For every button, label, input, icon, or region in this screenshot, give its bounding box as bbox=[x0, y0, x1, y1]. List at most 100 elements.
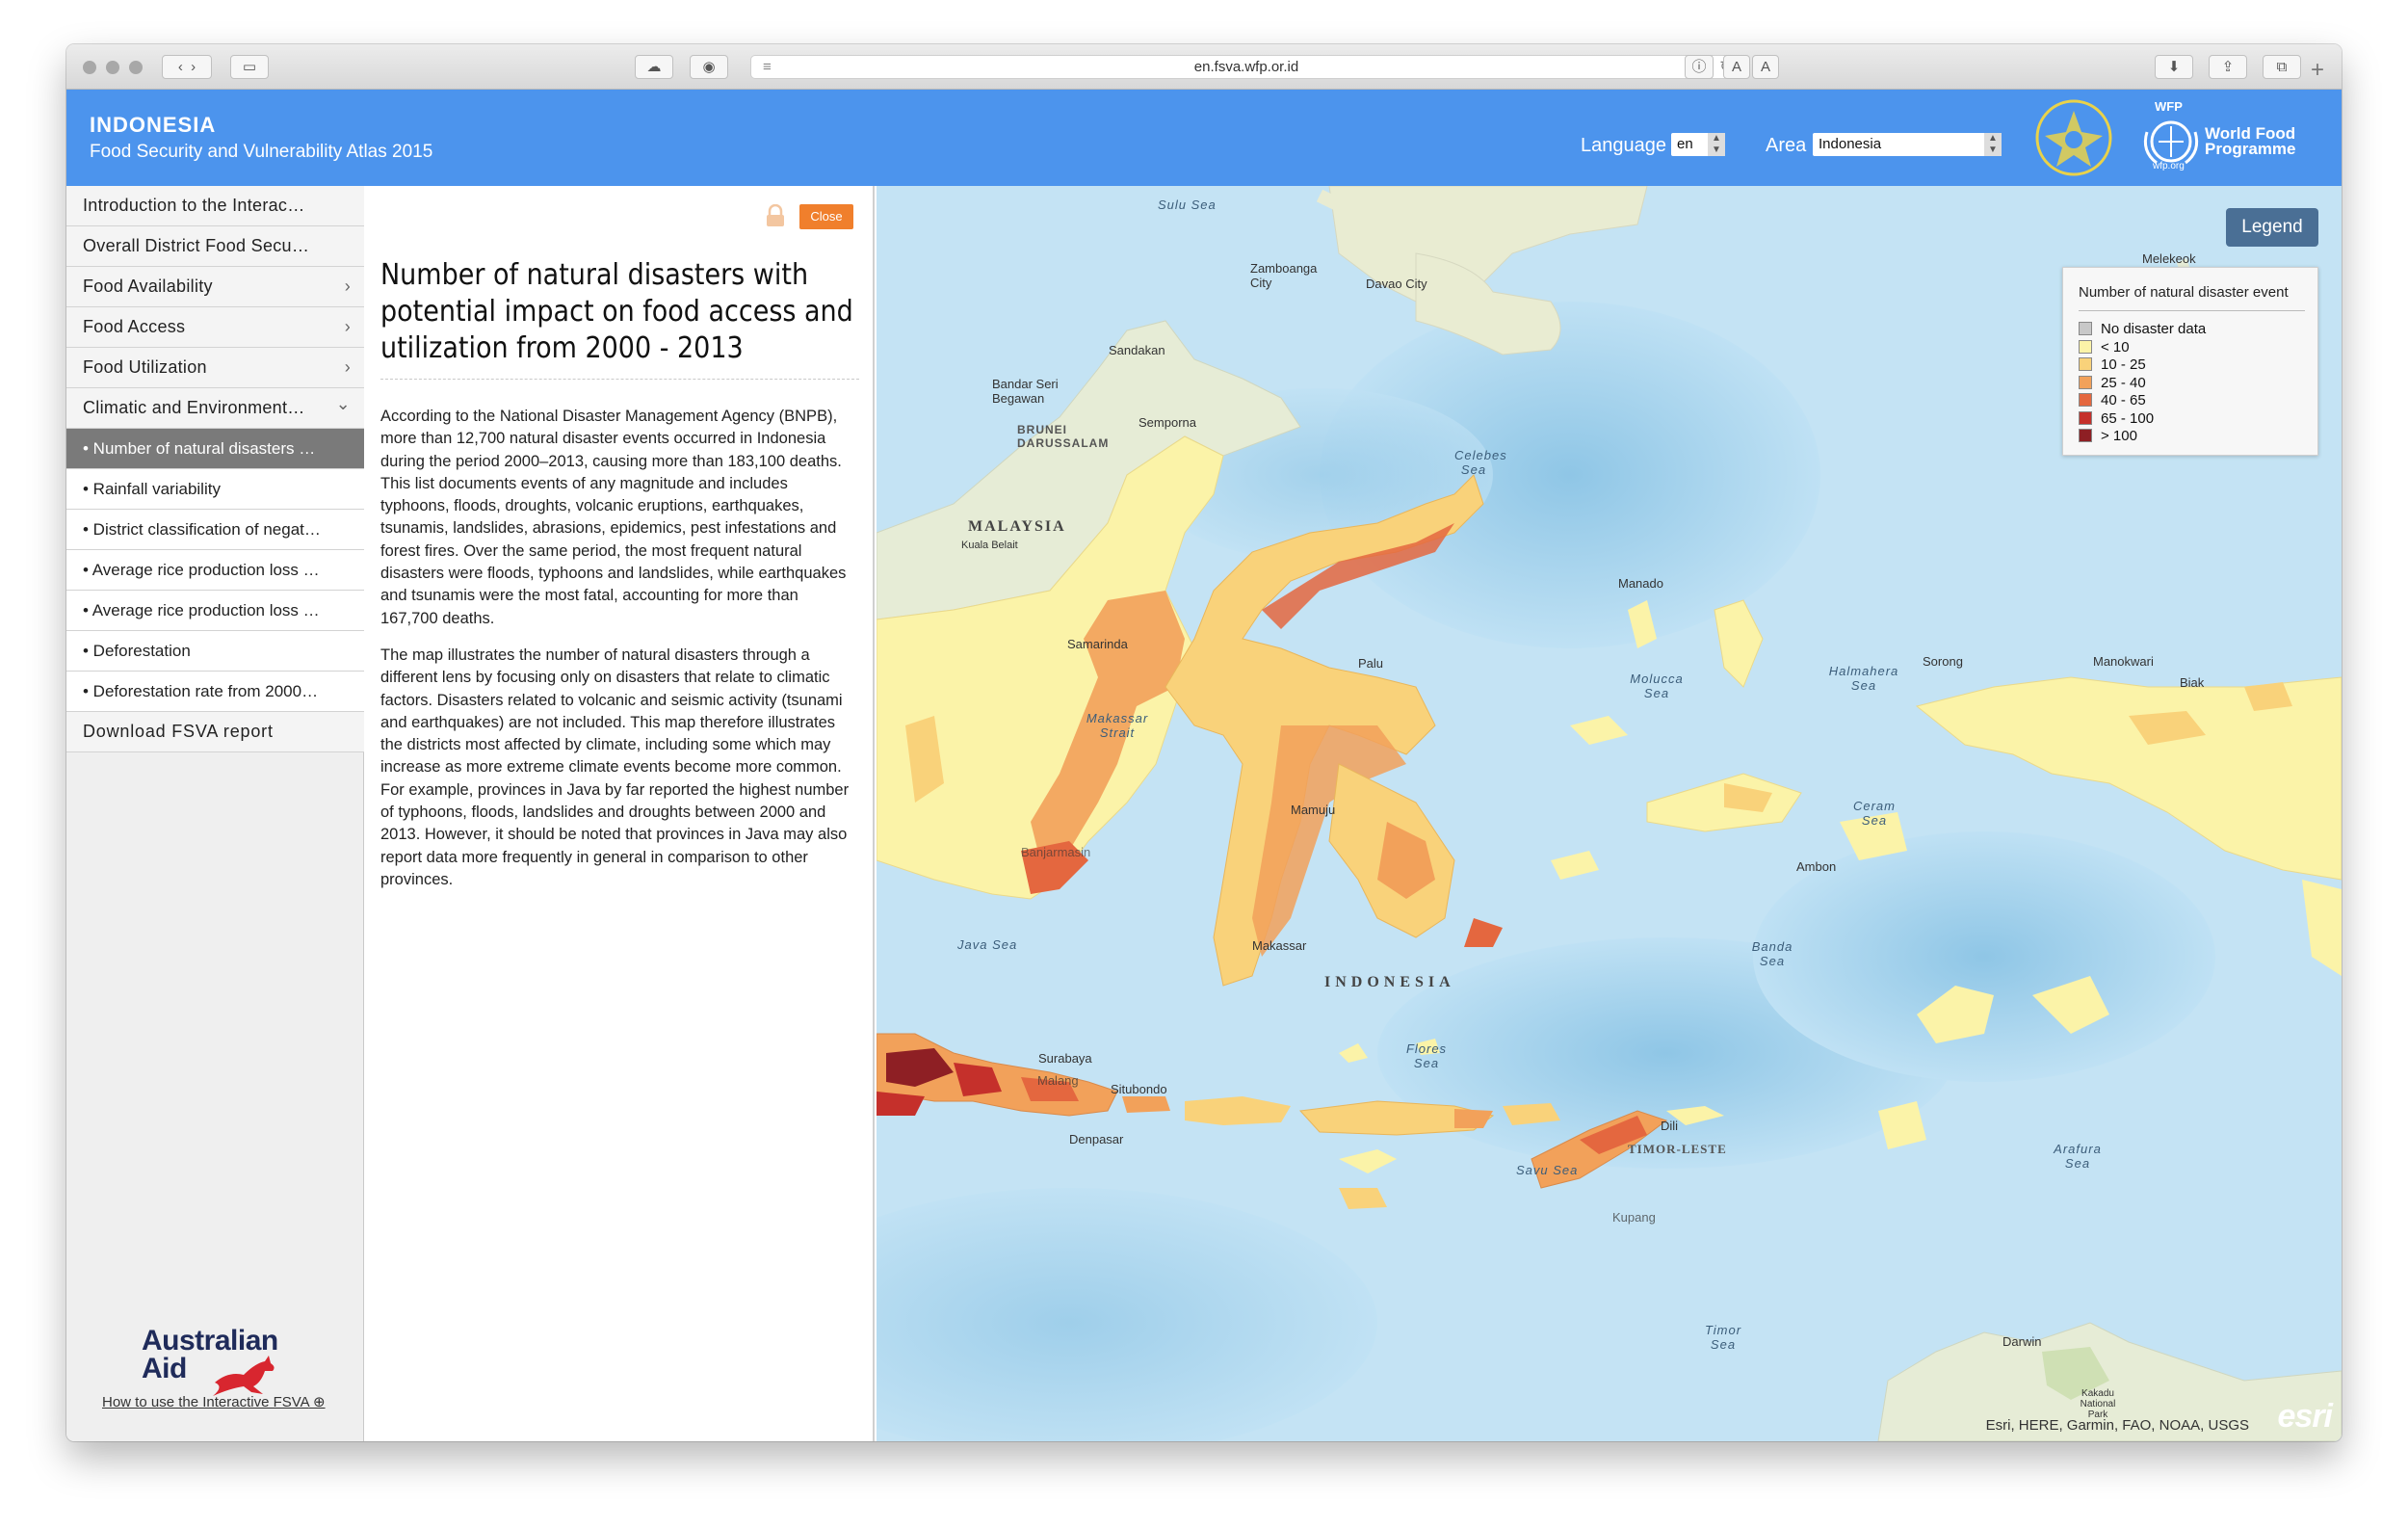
nav-food-availability[interactable]: Food Availability › bbox=[66, 267, 364, 307]
legend-label: < 10 bbox=[2101, 338, 2130, 356]
biak-label: Biak bbox=[2180, 675, 2205, 690]
legend-item: < 10 bbox=[2079, 339, 2130, 356]
info-icon[interactable]: ⓘ bbox=[1685, 55, 1714, 79]
legend-item: 40 - 65 bbox=[2079, 392, 2146, 409]
nav-label: Food Access bbox=[83, 317, 186, 336]
site-header: INDONESIA Food Security and Vulnerabilit… bbox=[66, 90, 2342, 186]
nav-label: Overall District Food Secu… bbox=[83, 236, 310, 255]
legend-item: 25 - 40 bbox=[2079, 375, 2146, 392]
text-larger-button[interactable]: A bbox=[1752, 55, 1779, 79]
halmahera-sea-label: Halmahera Sea bbox=[1828, 664, 1899, 693]
nav-food-utilization[interactable]: Food Utilization › bbox=[66, 348, 364, 388]
tabs-icon[interactable]: ⧉ bbox=[2263, 55, 2301, 79]
map-view[interactable]: Sulu Sea Zamboanga City Davao City Melek… bbox=[877, 186, 2342, 1441]
close-button[interactable]: Close bbox=[799, 204, 853, 229]
nav-climatic-environmental[interactable]: Climatic and Environment… ⌄ bbox=[66, 388, 364, 429]
download-icon[interactable]: ⬇ bbox=[2155, 55, 2193, 79]
australian-aid-logo: Australian Aid bbox=[142, 1327, 278, 1396]
zoom-window-dot[interactable] bbox=[129, 61, 143, 74]
manokwari-label: Manokwari bbox=[2093, 654, 2154, 669]
subnav-deforestation[interactable]: • Deforestation bbox=[66, 631, 364, 672]
privacy-icon[interactable]: ◉ bbox=[690, 55, 728, 79]
celebes-sea-label: Celebes Sea bbox=[1454, 448, 1507, 477]
subnav-rice-loss-2[interactable]: • Average rice production loss … bbox=[66, 591, 364, 631]
nav-label: Climatic and Environment… bbox=[83, 398, 305, 417]
subnav-deforestation-rate[interactable]: • Deforestation rate from 2000… bbox=[66, 672, 364, 712]
subnav-district-classification[interactable]: • District classification of negat… bbox=[66, 510, 364, 550]
text-smaller-button[interactable]: A bbox=[1723, 55, 1750, 79]
area-select[interactable]: Indonesia ▲ ▼ bbox=[1813, 133, 2002, 156]
malang-label: Malang bbox=[1037, 1073, 1079, 1088]
panel-title: Number of natural disasters with potenti… bbox=[380, 258, 853, 365]
minimize-window-dot[interactable] bbox=[106, 61, 119, 74]
legend-label: 10 - 25 bbox=[2101, 356, 2146, 373]
address-bar[interactable]: ≡ en.fsva.wfp.or.id ↻ bbox=[750, 55, 1742, 79]
legend-swatch bbox=[2079, 410, 2092, 425]
nav-download-report[interactable]: Download FSVA report bbox=[66, 712, 364, 752]
malaysia-label: MALAYSIA bbox=[968, 518, 1066, 535]
description-paragraph-1: According to the National Disaster Manag… bbox=[380, 408, 847, 627]
legend-label: 25 - 40 bbox=[2101, 374, 2146, 391]
bandar-label: Bandar Seri Begawan bbox=[992, 377, 1059, 406]
legend-button[interactable]: Legend bbox=[2226, 208, 2318, 247]
legend-label: No disaster data bbox=[2101, 321, 2207, 337]
subnav-label: • District classification of negat… bbox=[83, 520, 321, 539]
nav-food-access[interactable]: Food Access › bbox=[66, 307, 364, 348]
sandakan-label: Sandakan bbox=[1109, 343, 1165, 357]
reader-list-icon[interactable]: ≡ bbox=[763, 56, 772, 79]
darwin-label: Darwin bbox=[2002, 1334, 2042, 1349]
nav-label: Food Utilization bbox=[83, 357, 207, 377]
nav-overall-district[interactable]: Overall District Food Secu… bbox=[66, 226, 364, 267]
kupang-label: Kupang bbox=[1612, 1210, 1656, 1225]
how-to-use-link[interactable]: How to use the Interactive FSVA ⊕ bbox=[102, 1393, 326, 1410]
legend-item: 10 - 25 bbox=[2079, 356, 2146, 374]
cloud-icon[interactable]: ☁ bbox=[635, 55, 673, 79]
new-tab-icon[interactable]: + bbox=[2311, 57, 2324, 84]
ceram-sea-label: Ceram Sea bbox=[1852, 799, 1896, 828]
browser-window: ‹ › ▭ ☁ ◉ ≡ en.fsva.wfp.or.id ↻ ⓘ A A ⬇ … bbox=[66, 44, 2342, 1441]
wfp-name-line2: Programme bbox=[2205, 140, 2296, 158]
back-forward-buttons[interactable]: ‹ › bbox=[162, 55, 212, 79]
legend-divider bbox=[2079, 310, 2305, 311]
map-attribution[interactable]: Esri, HERE, Garmin, FAO, NOAA, USGS bbox=[1986, 1417, 2249, 1434]
nav-introduction[interactable]: Introduction to the Interac… bbox=[66, 186, 364, 226]
lock-icon[interactable] bbox=[765, 204, 786, 227]
language-label: Language bbox=[1581, 135, 1666, 156]
subnav-label: • Average rice production loss … bbox=[83, 601, 320, 619]
language-select[interactable]: en ▲ ▼ bbox=[1671, 133, 1725, 156]
dili-label: Dili bbox=[1661, 1119, 1679, 1133]
savu-sea-label: Savu Sea bbox=[1516, 1163, 1579, 1177]
chevron-down-icon: ⌄ bbox=[335, 394, 351, 413]
chevron-right-icon: › bbox=[344, 357, 351, 377]
wfp-abbrev: WFP bbox=[2155, 99, 2183, 114]
subnav-natural-disasters[interactable]: • Number of natural disasters … bbox=[66, 429, 364, 469]
legend-swatch bbox=[2079, 375, 2092, 389]
zamboanga-label: Zamboanga City bbox=[1250, 261, 1318, 290]
share-icon[interactable]: ⇪ bbox=[2209, 55, 2247, 79]
esri-logo[interactable]: esri bbox=[2278, 1398, 2333, 1436]
chevron-right-icon: › bbox=[344, 277, 351, 296]
url-text: en.fsva.wfp.or.id bbox=[1193, 59, 1299, 75]
subnav-rainfall-variability[interactable]: • Rainfall variability bbox=[66, 469, 364, 510]
samarinda-label: Samarinda bbox=[1067, 637, 1128, 651]
legend-swatch bbox=[2079, 393, 2092, 407]
subnav-label: • Number of natural disasters … bbox=[83, 439, 316, 458]
sidebar-toggle-icon[interactable]: ▭ bbox=[230, 55, 269, 79]
subnav-label: • Deforestation rate from 2000… bbox=[83, 682, 319, 700]
kakadu-label: Kakadu National Park bbox=[2080, 1388, 2116, 1420]
denpasar-label: Denpasar bbox=[1069, 1132, 1124, 1146]
wfp-emblem-icon: WFP wfp.org bbox=[2137, 99, 2205, 176]
how-to-label: How to use the Interactive FSVA bbox=[102, 1394, 309, 1410]
manado-label: Manado bbox=[1618, 576, 1663, 591]
semporna-label: Semporna bbox=[1139, 415, 1196, 430]
country-title: INDONESIA bbox=[90, 113, 217, 137]
palu-label: Palu bbox=[1358, 656, 1384, 671]
arafura-sea-label: Arafura Sea bbox=[2054, 1142, 2102, 1171]
subnav-rice-loss-1[interactable]: • Average rice production loss … bbox=[66, 550, 364, 591]
legend-swatch bbox=[2079, 339, 2092, 354]
kuala-belait-label: Kuala Belait bbox=[961, 540, 1018, 551]
ministry-logo bbox=[2033, 97, 2114, 178]
close-window-dot[interactable] bbox=[83, 61, 96, 74]
legend-title: Number of natural disaster event bbox=[2079, 284, 2289, 301]
external-link-icon: ⊕ bbox=[313, 1394, 326, 1410]
